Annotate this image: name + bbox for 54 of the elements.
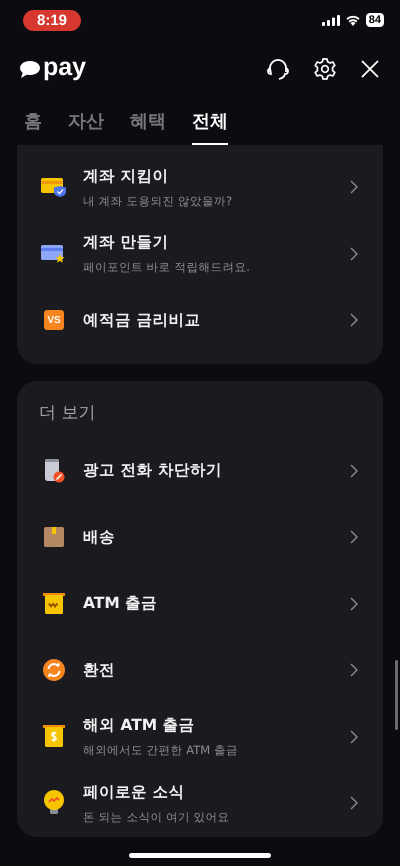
menu-item[interactable]: 계좌 지킴이 내 계좌 도용되진 않았을까? [17, 154, 383, 220]
menu-item[interactable]: 계좌 만들기 페이포인트 바로 적립해드려요. [17, 220, 383, 287]
tab[interactable]: 자산 [68, 98, 104, 145]
item-title: 해외 ATM 출금 [83, 715, 196, 736]
menu-item[interactable]: 페이로운 소식 돈 되는 소식이 여기 있어요 [17, 770, 383, 836]
item-title: 광고 전화 차단하기 [83, 460, 223, 482]
box-icon [43, 527, 65, 548]
status-time: 8:19 [23, 10, 81, 30]
card-shield-icon [41, 177, 67, 198]
wifi-icon [344, 14, 361, 26]
menu-item[interactable]: 배송 [17, 504, 383, 570]
menu-item[interactable]: 해외 ATM 출금 해외에서도 간편한 ATM 출금 [17, 704, 383, 770]
tab[interactable]: 혜택 [130, 98, 166, 145]
item-subtitle: 페이포인트 바로 적립해드려요. [83, 260, 251, 276]
chevron-icon [350, 313, 358, 328]
light-bulb-icon [43, 790, 65, 816]
item-subtitle: 내 계좌 도용되진 않았을까? [83, 194, 234, 209]
scrollbar [395, 660, 398, 730]
settings-icon[interactable] [313, 57, 337, 81]
chevron-icon [350, 663, 358, 678]
menu-item[interactable]: 광고 전화 차단하기 [17, 438, 383, 504]
chevron-icon [350, 596, 358, 611]
exchange-icon [43, 659, 65, 682]
chevron-icon [350, 180, 358, 194]
chevron-icon [350, 464, 358, 478]
chevron-icon [350, 246, 358, 261]
item-title: 계좌 지킴이 [83, 166, 170, 187]
chevron-icon [350, 730, 358, 744]
item-title: 페이로운 소식 [83, 782, 186, 803]
menu-item[interactable]: ATM 출금 [17, 570, 383, 637]
atm-won-icon [43, 592, 65, 615]
item-title: ATM 출금 [83, 593, 158, 614]
close-icon[interactable] [360, 59, 380, 79]
section-title: 더 보기 [38, 402, 96, 424]
chevron-icon [350, 796, 358, 810]
card-star-icon [41, 244, 67, 264]
item-title: 계좌 만들기 [83, 232, 170, 254]
signal-icon [322, 14, 340, 26]
item-title: 배송 [83, 526, 116, 548]
pay-logo: pay [43, 52, 86, 82]
vs-icon: VS [44, 310, 64, 330]
item-subtitle: 돈 되는 소식이 여기 있어요 [83, 810, 231, 825]
tab[interactable]: 홈 [24, 98, 42, 145]
atm-dollar-icon [43, 724, 65, 749]
item-subtitle: 해외에서도 간편한 ATM 출금 [83, 743, 239, 758]
menu-item[interactable]: VS 예적금 금리비교 [17, 287, 383, 354]
chevron-icon [350, 530, 358, 544]
speech-bubble-icon [20, 60, 40, 78]
headset-icon[interactable] [266, 57, 290, 81]
menu-item[interactable]: 환전 [17, 637, 383, 704]
battery-level: 84 [366, 13, 384, 27]
item-title: 환전 [83, 660, 116, 681]
phone-block-icon [43, 458, 65, 483]
item-title: 예적금 금리비교 [83, 310, 202, 331]
